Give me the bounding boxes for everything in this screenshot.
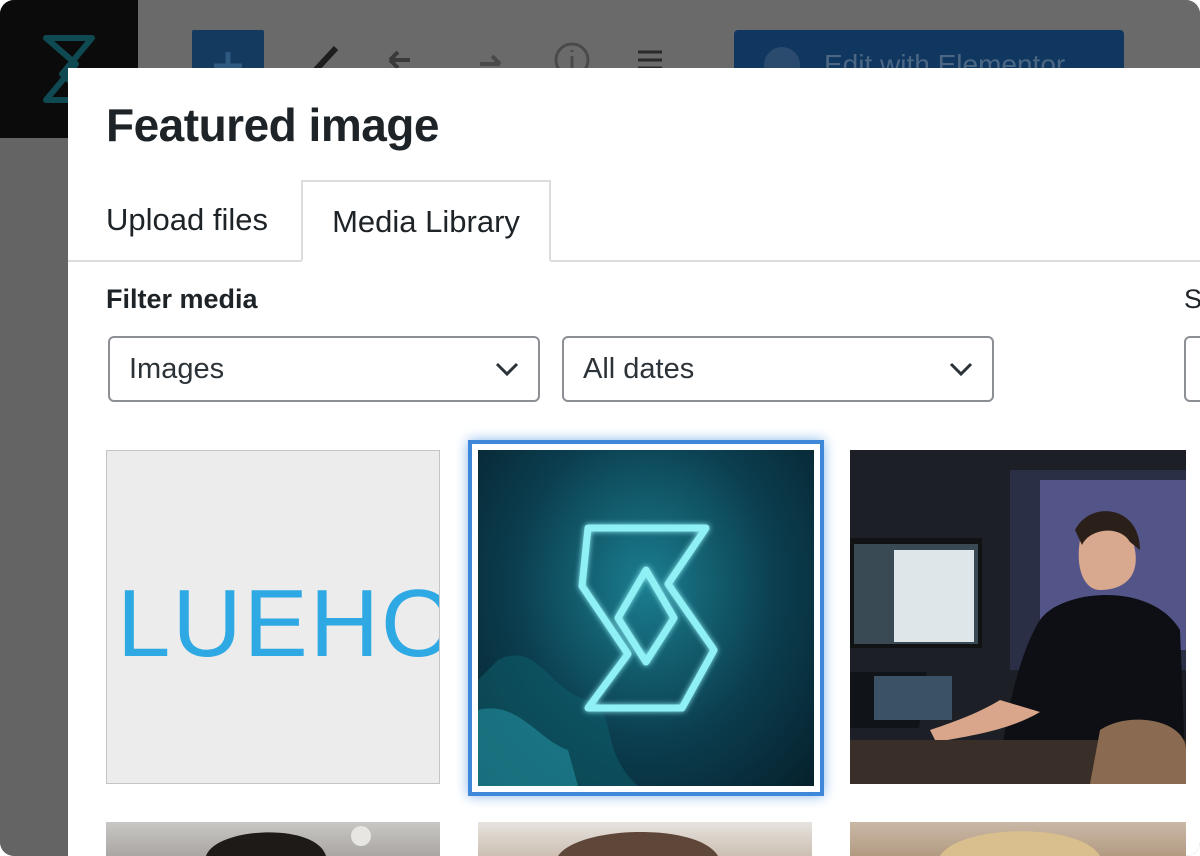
chevron-down-icon — [495, 362, 519, 377]
media-item-person-at-computer[interactable] — [850, 450, 1186, 784]
featured-image-modal: Featured image Upload files Media Librar… — [68, 68, 1200, 856]
brand-logo-icon — [478, 524, 718, 786]
media-date-value: All dates — [583, 353, 695, 385]
media-item-brand-logo[interactable] — [472, 444, 820, 792]
media-item-portrait-3[interactable] — [850, 822, 1186, 856]
portrait-photo — [940, 831, 1100, 856]
person-at-computer-photo — [850, 450, 1186, 784]
media-type-select[interactable]: Images — [108, 336, 540, 402]
app-window: Edit with Elementor Featured image Uploa… — [0, 0, 1200, 856]
search-label: S — [1184, 284, 1200, 314]
filter-media-label: Filter media — [106, 284, 258, 314]
media-type-value: Images — [129, 353, 225, 385]
tab-upload-files[interactable]: Upload files — [106, 180, 268, 262]
bluehost-logo-text: LUEHO — [117, 569, 440, 679]
portrait-photo — [206, 826, 371, 856]
media-item-portrait-1[interactable] — [106, 822, 440, 856]
modal-title: Featured image — [106, 99, 440, 151]
media-item-portrait-2[interactable] — [478, 822, 812, 856]
bluehost-logo-label: LUEHO — [117, 570, 440, 677]
tab-media-library[interactable]: Media Library — [301, 180, 551, 262]
modal-tabs: Upload files Media Library — [68, 180, 1200, 262]
portrait-photo — [558, 831, 718, 856]
search-input[interactable] — [1184, 336, 1200, 402]
media-date-select[interactable]: All dates — [562, 336, 994, 402]
media-item-bluehost-logo[interactable]: LUEHO — [106, 450, 440, 784]
chevron-down-icon — [949, 362, 973, 377]
editor-sidebar-strip — [0, 138, 68, 856]
